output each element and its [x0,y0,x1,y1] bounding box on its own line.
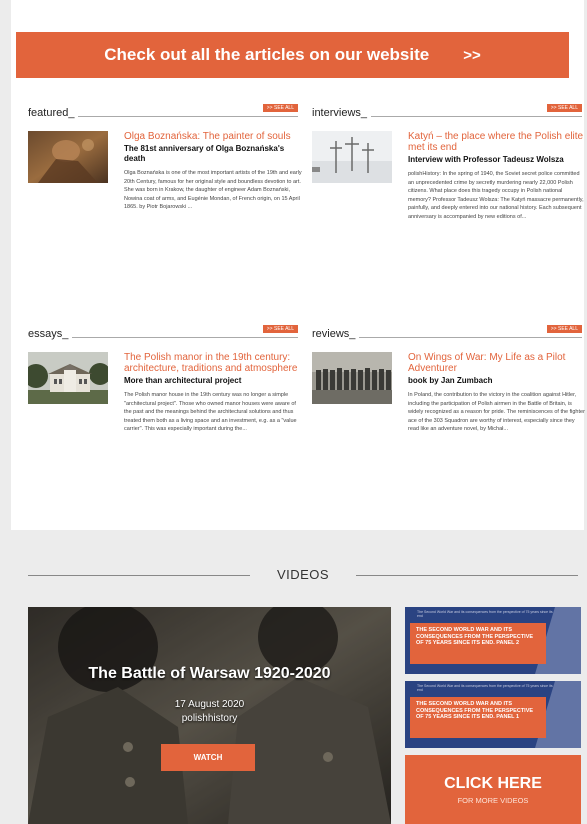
see-all-button[interactable]: >> SEE ALL [262,104,298,112]
banner-text: Check out all the articles on our websit… [104,45,430,64]
section-header: essays_ >> SEE ALL [28,325,298,342]
divider [356,575,578,576]
article-subtitle: book by Jan Zumbach [408,376,493,385]
article-body: The Polish manor in the 19th century: ar… [124,352,302,434]
section-header: featured_ >> SEE ALL [28,104,298,121]
section-title: interviews_ [312,107,372,119]
featured-video[interactable]: The Battle of Warsaw 1920-2020 17 August… [28,607,391,824]
articles-panel [11,0,584,530]
article-subtitle: More than architectural project [124,376,242,385]
see-all-button[interactable]: >> SEE ALL [262,325,298,333]
see-all-button[interactable]: >> SEE ALL [546,325,582,333]
article-body: Olga Boznańska: The painter of souls The… [124,131,302,212]
page: Check out all the articles on our websit… [0,0,587,824]
article-thumbnail[interactable] [312,131,392,183]
click-here-label: CLICK HERE [444,775,542,792]
essays-section: essays_ >> SEE ALL The Polish manor in t… [28,325,298,432]
all-articles-banner[interactable]: Check out all the articles on our websit… [16,32,569,78]
videos-header: VIDEOS [28,566,578,584]
interviews-section: interviews_ >> SEE ALL Katyń – the place… [312,104,584,220]
article-subtitle: Interview with Professor Tadeusz Wolsza [408,155,564,164]
article-title[interactable]: On Wings of War: My Life as a Pilot Adve… [408,352,586,374]
video-caption: The Second World War and its consequence… [417,610,553,618]
more-videos-label: FOR MORE VIDEOS [457,796,529,805]
article-excerpt: In Poland, the contribution to the victo… [408,392,585,433]
banner-arrow-icon: >> [463,46,481,64]
side-video-panel-2[interactable]: The Second World War and its consequence… [405,607,581,674]
section-header: reviews_ >> SEE ALL [312,325,582,342]
article-excerpt: Olga Boznańska is one of the most import… [124,170,302,211]
article-title[interactable]: Olga Boznańska: The painter of souls [124,131,302,142]
article-thumbnail[interactable] [312,352,392,404]
article-excerpt: The Polish manor house in the 19th centu… [124,392,297,433]
article-thumbnail[interactable] [28,352,108,404]
video-label: THE SECOND WORLD WAR AND ITS CONSEQUENCE… [416,701,534,721]
watch-button[interactable]: WATCH [161,744,255,771]
article-thumbnail[interactable] [28,131,108,183]
video-caption: The Second World War and its consequence… [417,684,553,692]
featured-section: featured_ >> SEE ALL Olga Boznańska: The… [28,104,302,210]
video-category: polishhistory [181,713,238,724]
video-label-box: THE SECOND WORLD WAR AND ITS CONSEQUENCE… [410,623,546,664]
reviews-section: reviews_ >> SEE ALL On Wings of War: My … [312,325,585,432]
article-excerpt: polishHistory: In the spring of 1940, th… [408,171,584,220]
section-header: interviews_ >> SEE ALL [312,104,582,121]
more-videos-button[interactable]: CLICK HERE FOR MORE VIDEOS [405,755,581,824]
article-body: Katyń – the place where the Polish elite… [408,131,586,222]
video-label: THE SECOND WORLD WAR AND ITS CONSEQUENCE… [416,627,534,647]
video-title: The Battle of Warsaw 1920-2020 [88,665,331,682]
section-title: essays_ [28,328,73,340]
video-label-box: THE SECOND WORLD WAR AND ITS CONSEQUENCE… [410,697,546,738]
video-date: 17 August 2020 [174,699,245,710]
article-title[interactable]: The Polish manor in the 19th century: ar… [124,352,302,374]
side-video-panel-1[interactable]: The Second World War and its consequence… [405,681,581,748]
article-body: On Wings of War: My Life as a Pilot Adve… [408,352,586,434]
article-title[interactable]: Katyń – the place where the Polish elite… [408,131,586,153]
article-subtitle: The 81st anniversary of Olga Boznańska's… [124,144,285,163]
section-title: featured_ [28,107,79,119]
see-all-button[interactable]: >> SEE ALL [546,104,582,112]
section-title: reviews_ [312,328,360,340]
